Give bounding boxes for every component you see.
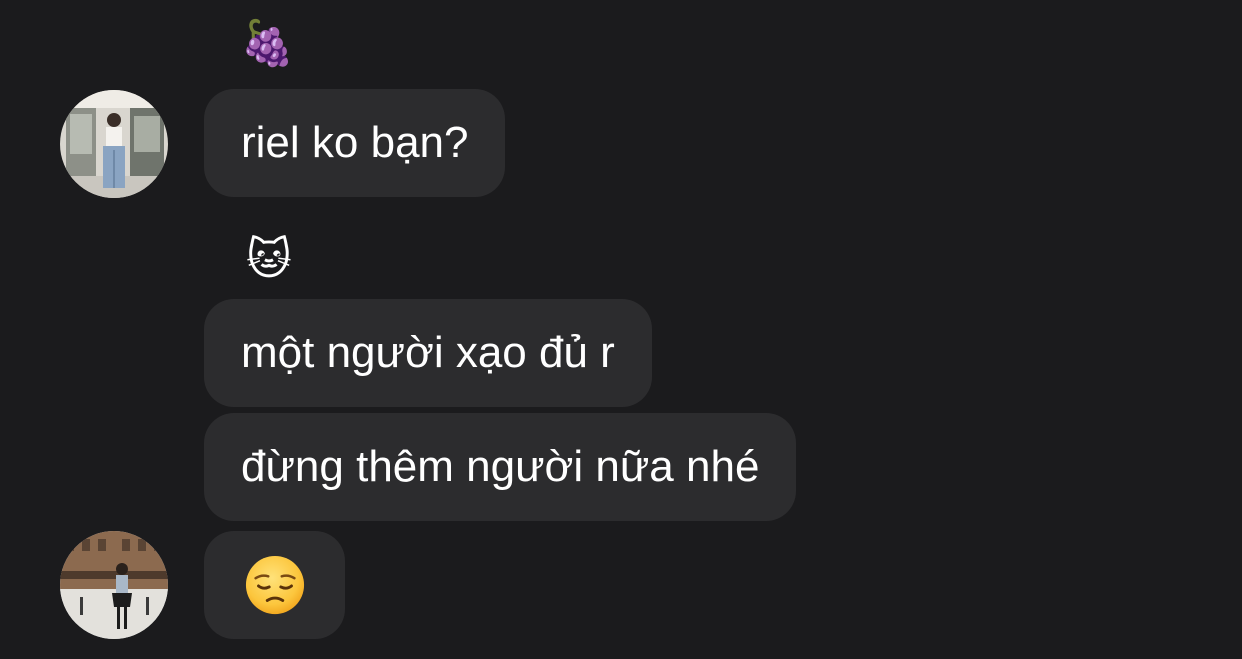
message-bubble-emoji[interactable]: [204, 531, 345, 639]
avatar-photo-storefront: [60, 90, 168, 198]
avatar-photo-street: [60, 531, 168, 639]
reaction-cat[interactable]: 🐱: [246, 238, 292, 282]
avatar[interactable]: [60, 90, 168, 198]
pensive-face-icon: [245, 555, 304, 615]
message-bubble[interactable]: đừng thêm người nữa nhé: [204, 413, 797, 521]
message-text: một người xạo đủ r: [241, 328, 615, 377]
reaction-grapes[interactable]: 🍇: [240, 22, 295, 66]
message-text: đừng thêm người nữa nhé: [241, 442, 760, 491]
message-text: riel ko bạn?: [241, 118, 469, 167]
message-bubble[interactable]: riel ko bạn?: [204, 89, 506, 197]
avatar[interactable]: [60, 531, 168, 639]
message-bubble[interactable]: một người xạo đủ r: [204, 299, 652, 407]
